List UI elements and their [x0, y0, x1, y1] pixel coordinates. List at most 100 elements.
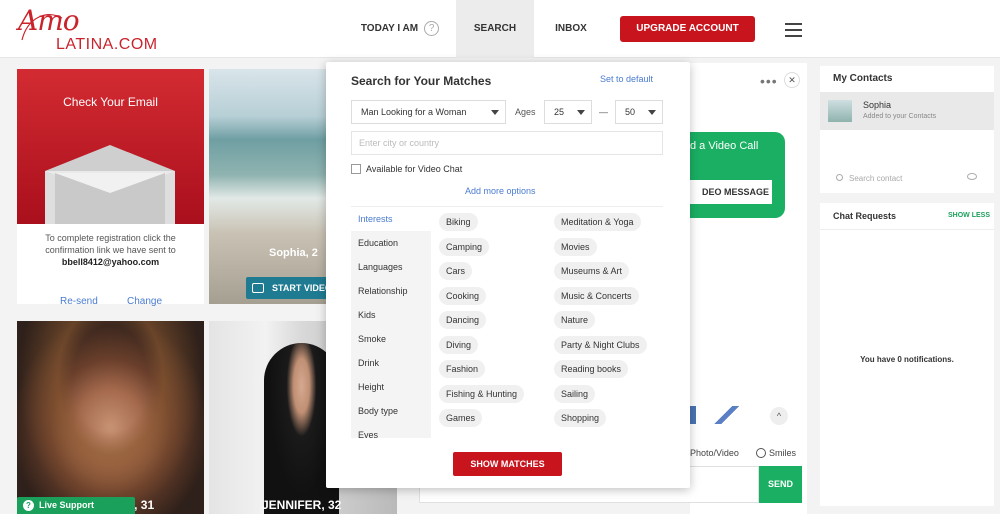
- interest-tag[interactable]: Reading books: [554, 360, 629, 378]
- filter-categories: Interests Education Languages Relationship K…: [351, 207, 431, 438]
- contact-name: Sophia: [863, 100, 892, 110]
- add-more-options-link[interactable]: Add more options: [465, 186, 536, 196]
- chat-requests-title: Chat Requests: [833, 211, 897, 221]
- logo-text-top: Amo: [18, 4, 80, 37]
- interest-tag[interactable]: Diving: [439, 335, 479, 354]
- interest-tag[interactable]: Party & Night Clubs: [554, 335, 647, 354]
- filter-category-education[interactable]: Education: [358, 238, 398, 248]
- interest-tag[interactable]: Fishing & Hunting: [439, 384, 525, 403]
- nav-today-label: TODAY I AM: [360, 23, 419, 34]
- smile-icon: [756, 448, 766, 458]
- chevron-up-icon[interactable]: ^: [770, 407, 788, 425]
- contact-search-input[interactable]: Search contact: [836, 174, 902, 183]
- top-bar: Amo LATINA.COM TODAY I AM? SEARCH INBOX …: [0, 0, 1000, 58]
- filter-category-drink[interactable]: Drink: [358, 358, 379, 368]
- city-input[interactable]: Enter city or country: [351, 131, 663, 155]
- interest-tag[interactable]: Dancing: [439, 311, 487, 329]
- video-message-button[interactable]: DEO MESSAGE: [688, 180, 772, 204]
- start-video-button[interactable]: START VIDEO: [246, 277, 329, 299]
- video-call-text: d a Video Call: [690, 140, 759, 152]
- interest-tag[interactable]: Nature: [554, 311, 596, 329]
- check-email-message: To complete registration click the confi…: [17, 224, 204, 268]
- contact-item[interactable]: Sophia Added to your Contacts: [820, 92, 994, 130]
- filter-category-kids[interactable]: Kids: [358, 310, 376, 320]
- check-email-text: To complete registration click the confi…: [45, 233, 176, 255]
- question-icon: ?: [23, 500, 34, 511]
- filter-category-relationship[interactable]: Relationship: [358, 286, 408, 296]
- checkbox-icon: [351, 164, 361, 174]
- profile-name: Sophia, 2: [269, 247, 318, 259]
- gift-icon[interactable]: [690, 406, 696, 424]
- nav-inbox[interactable]: INBOX: [540, 0, 602, 58]
- interest-tag[interactable]: Museums & Art: [554, 262, 630, 280]
- photo-video-button[interactable]: Photo/Video: [690, 448, 739, 458]
- divider: [820, 229, 994, 230]
- logo-text-bottom: LATINA.COM: [56, 36, 158, 53]
- interest-tag[interactable]: Biking: [439, 213, 478, 231]
- envelope-icon: [45, 145, 175, 224]
- help-icon[interactable]: ?: [424, 21, 440, 36]
- age-from-select[interactable]: 25: [544, 100, 592, 124]
- video-camera-icon: [252, 283, 264, 293]
- send-button[interactable]: SEND: [759, 466, 802, 503]
- more-options-icon[interactable]: •••: [760, 73, 778, 89]
- filter-category-languages[interactable]: Languages: [358, 262, 403, 272]
- filter-category-smoke[interactable]: Smoke: [358, 334, 386, 344]
- my-contacts-panel: My Contacts Sophia Added to your Contact…: [820, 66, 994, 193]
- set-default-link[interactable]: Set to default: [600, 74, 653, 84]
- change-email-link[interactable]: Change: [127, 296, 162, 307]
- filter-category-height[interactable]: Height: [358, 382, 384, 392]
- check-email-banner: Check Your Email: [17, 69, 204, 224]
- video-call-banner: d a Video Call DEO MESSAGE: [688, 132, 785, 218]
- close-icon[interactable]: ✕: [784, 72, 800, 88]
- gender-select[interactable]: Man Looking for a Woman: [351, 100, 506, 124]
- contact-status: Added to your Contacts: [863, 113, 937, 120]
- interest-tag[interactable]: Shopping: [554, 409, 607, 427]
- avatar: [828, 100, 852, 122]
- age-to-value: 50: [625, 107, 636, 117]
- profile-photo: [17, 321, 204, 514]
- chevron-down-icon: [491, 110, 499, 115]
- nav-search[interactable]: SEARCH: [456, 0, 534, 58]
- resend-link[interactable]: Re-send: [60, 296, 98, 307]
- interest-tag[interactable]: Sailing: [554, 384, 596, 403]
- upgrade-account-button[interactable]: UPGRADE ACCOUNT: [620, 16, 755, 42]
- check-email-title: Check Your Email: [63, 95, 158, 109]
- live-support-label: Live Support: [39, 500, 95, 510]
- interest-tag[interactable]: Camping: [439, 237, 490, 256]
- interest-tag[interactable]: Cars: [439, 262, 473, 280]
- age-to-select[interactable]: 50: [615, 100, 663, 124]
- smiles-button[interactable]: Smiles: [756, 448, 796, 458]
- profile-card-sophia[interactable]: Sophia, 2 START VIDEO: [209, 69, 329, 304]
- notifications-empty: You have 0 notifications.: [860, 355, 954, 364]
- hamburger-menu-icon[interactable]: [785, 23, 802, 37]
- airplane-icon[interactable]: [714, 406, 742, 424]
- interest-tag[interactable]: Music & Concerts: [554, 286, 639, 305]
- interest-tag[interactable]: Games: [439, 409, 483, 427]
- show-less-link[interactable]: SHOW LESS: [948, 212, 990, 219]
- age-range-dash: —: [599, 107, 608, 117]
- interest-tag[interactable]: Meditation & Yoga: [554, 213, 641, 231]
- interest-tag[interactable]: Cooking: [439, 286, 487, 305]
- interest-tag[interactable]: Fashion: [439, 360, 486, 378]
- search-popup-title: Search for Your Matches: [351, 74, 492, 88]
- logo[interactable]: Amo LATINA.COM: [18, 4, 188, 54]
- ages-label: Ages: [515, 107, 536, 117]
- nav-today-i-am[interactable]: TODAY I AM?: [345, 0, 455, 58]
- profile-card-mary[interactable]: ary, 31: [17, 321, 204, 514]
- chat-gift-icons: ^: [690, 404, 807, 428]
- chevron-down-icon: [577, 110, 585, 115]
- interest-tag[interactable]: Movies: [554, 237, 597, 256]
- age-from-value: 25: [554, 107, 565, 117]
- chat-requests-panel: Chat Requests SHOW LESS You have 0 notif…: [820, 203, 994, 506]
- filter-options: Interests Education Languages Relationship K…: [351, 206, 663, 438]
- eye-icon[interactable]: [967, 173, 977, 180]
- my-contacts-title: My Contacts: [833, 73, 893, 84]
- gender-value: Man Looking for a Woman: [361, 107, 467, 117]
- filter-category-interests[interactable]: Interests: [358, 214, 393, 224]
- filter-category-body-type[interactable]: Body type: [358, 406, 398, 416]
- live-support-button[interactable]: ? Live Support: [17, 497, 135, 514]
- show-matches-button[interactable]: SHOW MATCHES: [453, 452, 562, 476]
- video-chat-checkbox[interactable]: Available for Video Chat: [351, 164, 462, 174]
- filter-category-eyes[interactable]: Eyes: [358, 430, 378, 438]
